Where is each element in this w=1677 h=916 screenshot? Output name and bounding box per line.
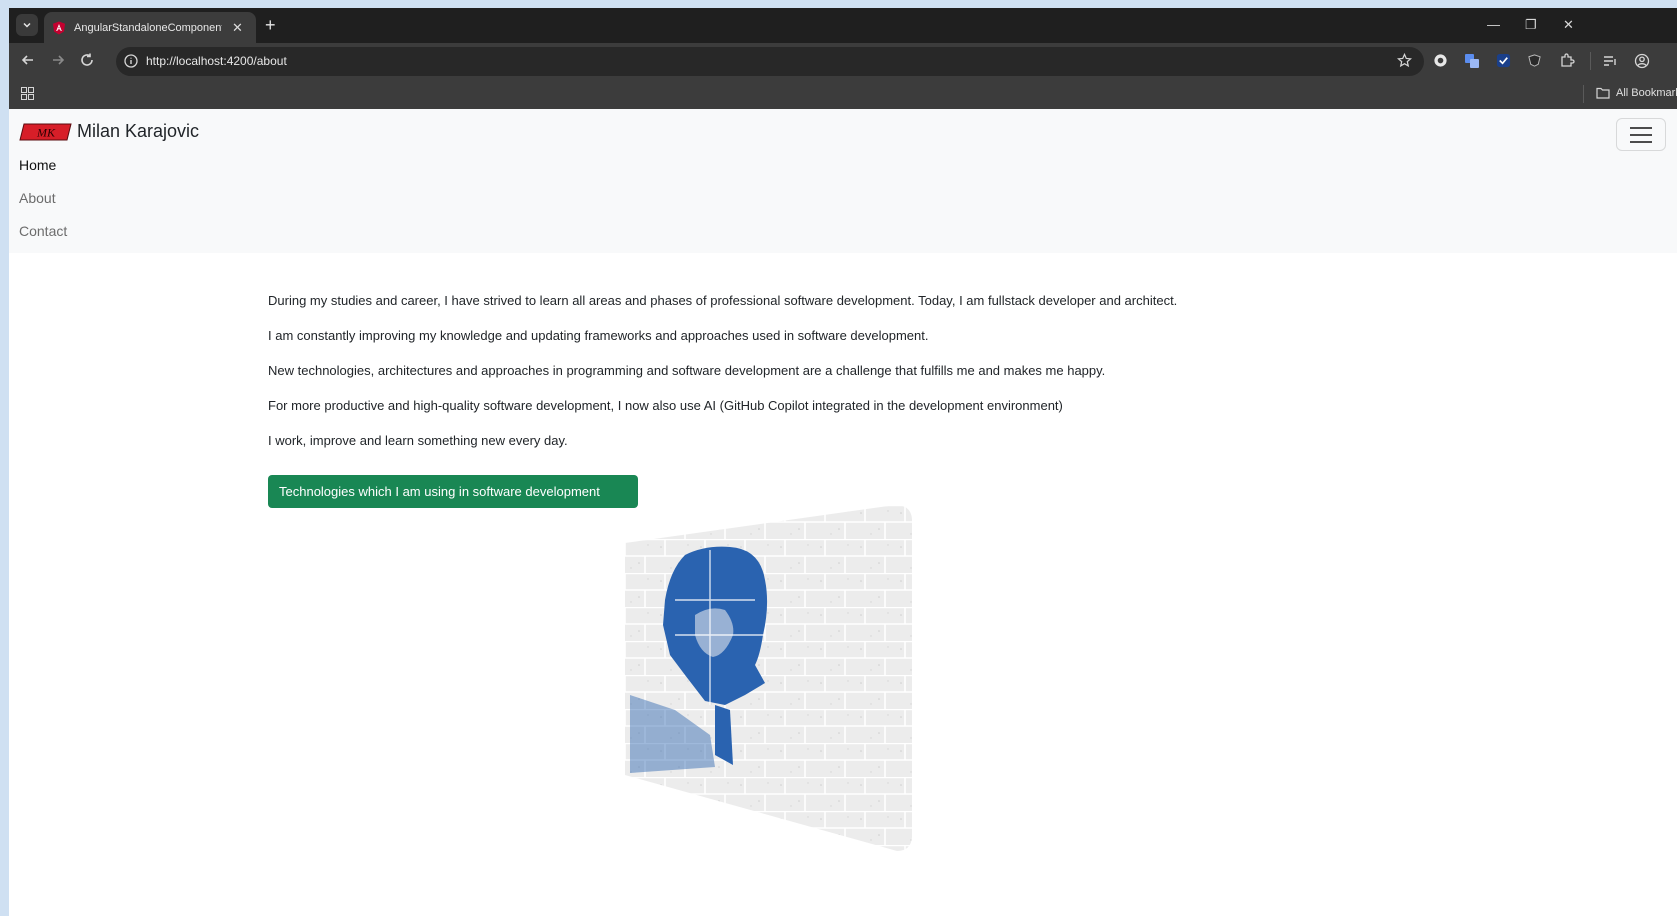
nav-menu: Home About Contact [19, 155, 67, 254]
all-bookmarks-label: All Bookmarks [1616, 87, 1677, 99]
nav-item-contact[interactable]: Contact [19, 221, 67, 254]
check-extension-icon[interactable] [1496, 53, 1511, 68]
nav-item-about[interactable]: About [19, 188, 67, 221]
about-content: During my studies and career, I have str… [268, 292, 1368, 467]
brand-logo: MK [19, 123, 72, 140]
apps-grid-icon[interactable] [21, 87, 34, 100]
navbar-toggler[interactable] [1616, 118, 1666, 151]
browser-tab-active[interactable]: AngularStandaloneComponents ✕ [44, 12, 256, 43]
tab-close-icon[interactable]: ✕ [232, 20, 243, 36]
portrait-wall-image [625, 505, 912, 851]
all-bookmarks-button[interactable]: All Bookmarks [1596, 87, 1677, 99]
address-bar[interactable]: http://localhost:4200/about [116, 47, 1424, 76]
extension-mask-icon[interactable] [1527, 53, 1542, 68]
logo-text: MK [36, 125, 56, 139]
bookmark-star-icon[interactable] [1397, 53, 1412, 68]
site-info-icon[interactable] [124, 54, 138, 68]
browser-window: AngularStandaloneComponents ✕ + — ❐ ✕ ht… [9, 8, 1677, 916]
tab-title: AngularStandaloneComponents [74, 21, 222, 34]
about-paragraph: I work, improve and learn something new … [268, 433, 568, 448]
nav-item-home[interactable]: Home [19, 155, 67, 188]
about-paragraph: During my studies and career, I have str… [268, 293, 1178, 308]
about-paragraph: For more productive and high-quality sof… [268, 398, 1063, 413]
minimize-icon[interactable]: — [1487, 17, 1500, 32]
extension-circle-icon[interactable] [1433, 53, 1448, 68]
site-navbar: MK Milan Karajovic Home About Contact [9, 109, 1677, 253]
folder-icon [1596, 87, 1610, 99]
browser-toolbar: http://localhost:4200/about [9, 43, 1677, 79]
tab-search-button[interactable] [16, 14, 38, 36]
about-paragraph: I am constantly improving my knowledge a… [268, 328, 929, 343]
hamburger-menu-icon [1630, 126, 1652, 143]
brand-name: Milan Karajovic [77, 121, 200, 141]
navbar-brand[interactable]: MK Milan Karajovic [19, 121, 199, 142]
technologies-button[interactable]: Technologies which I am using in softwar… [268, 475, 638, 508]
bookmarks-bar: All Bookmarks [9, 79, 1677, 109]
extensions-puzzle-icon[interactable] [1559, 53, 1575, 69]
reload-icon[interactable] [79, 52, 95, 68]
chevron-down-icon [23, 22, 31, 28]
url-text[interactable]: http://localhost:4200/about [146, 54, 287, 68]
media-queue-icon[interactable] [1602, 53, 1618, 69]
tab-strip: AngularStandaloneComponents ✕ + — ❐ ✕ [9, 8, 1677, 43]
bookmarks-divider [1583, 85, 1584, 103]
new-tab-button[interactable]: + [265, 14, 276, 36]
profile-avatar-icon[interactable] [1634, 53, 1650, 69]
translate-icon[interactable] [1464, 53, 1480, 69]
angular-favicon-icon [53, 21, 65, 34]
close-window-icon[interactable]: ✕ [1563, 17, 1574, 33]
forward-arrow-icon[interactable] [50, 52, 66, 68]
about-paragraph: New technologies, architectures and appr… [268, 363, 1106, 378]
restore-icon[interactable]: ❐ [1525, 17, 1537, 33]
back-arrow-icon[interactable] [20, 52, 36, 68]
toolbar-divider [1590, 52, 1591, 70]
